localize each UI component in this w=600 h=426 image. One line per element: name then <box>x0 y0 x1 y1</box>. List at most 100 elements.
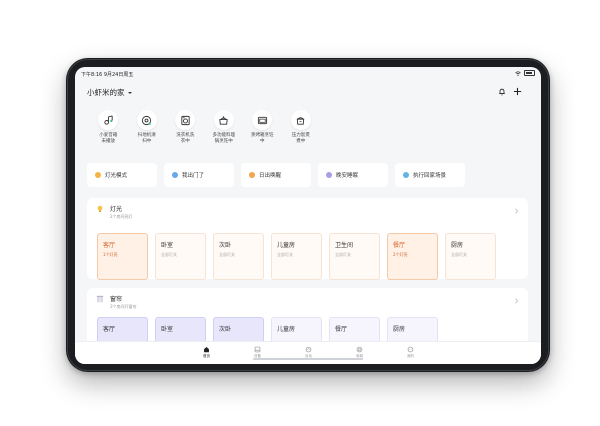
bell-icon[interactable] <box>498 88 506 96</box>
bulb-icon <box>95 172 101 178</box>
room-name: 厨房 <box>451 242 464 249</box>
device-label-line2: 中 <box>260 139 265 144</box>
device-label: 小爱音箱 未播放 <box>88 133 128 145</box>
room-name: 次卧 <box>219 242 232 249</box>
washing-machine-icon <box>181 115 190 125</box>
plus-icon[interactable] <box>513 87 522 96</box>
lights-subtitle: 2个房间亮灯 <box>110 214 133 219</box>
device-icon-wrap <box>175 110 196 130</box>
room-tile-bedroom[interactable]: 卧室 全部灯关 <box>155 233 206 280</box>
battery-icon <box>524 70 535 76</box>
device-label-line2: 煮中 <box>296 139 306 144</box>
device-label-line2: 锅烹饪中 <box>214 139 233 144</box>
room-tile-second-bedroom[interactable]: 次卧 全部灯关 <box>213 233 264 280</box>
device-icon-wrap <box>213 110 234 130</box>
room-status: 全部灯关 <box>219 252 235 257</box>
room-tile-dining[interactable]: 餐厅 2个灯亮 <box>387 233 438 280</box>
device-item-speaker[interactable]: 小爱音箱 未播放 <box>89 110 128 145</box>
status-time: 下午8:16 9月24日周五 <box>81 72 134 78</box>
lights-card-header: 灯光 2个房间亮灯 <box>96 204 133 220</box>
status-icons <box>515 70 535 76</box>
oven-icon <box>257 116 267 124</box>
chevron-right-icon[interactable] <box>514 208 519 214</box>
bulb-icon <box>97 205 103 213</box>
device-label: 蒸烤箱烹饪 中 <box>242 133 282 145</box>
tab-profile[interactable]: 我的 <box>397 346 424 359</box>
moon-icon <box>326 172 332 178</box>
device-label: 洗衣机洗 衣中 <box>165 133 205 145</box>
scene-button-sunrise[interactable]: 日出唤醒 <box>241 163 311 187</box>
room-tile-kids-room[interactable]: 儿童房 全部灯关 <box>271 233 322 280</box>
home-name: 小虾米的家 <box>87 88 125 97</box>
room-tile-bathroom[interactable]: 卫生间 全部灯关 <box>329 233 380 280</box>
door-icon <box>172 172 178 178</box>
scene-button-back-home[interactable]: 执行回家场景 <box>395 163 465 187</box>
rice-cooker-icon <box>297 116 305 125</box>
curtain-icon <box>96 295 104 303</box>
tab-home[interactable]: 首页 <box>193 346 220 359</box>
profile-icon <box>407 346 414 353</box>
device-label-line2: 未播放 <box>101 139 116 144</box>
device-label: 扫地机清 扫中 <box>127 133 167 145</box>
room-status: 全部灯关 <box>451 252 467 257</box>
store-icon <box>356 346 363 353</box>
room-tile-living[interactable]: 客厅 1个灯亮 <box>97 233 148 280</box>
scene-button-light-mode[interactable]: 灯光模式 <box>87 163 157 187</box>
bottom-tab-bar: 首页 设备 自动 商城 我的 <box>75 341 541 364</box>
home-selector[interactable]: 小虾米的家 <box>87 87 132 98</box>
curtains-subtitle: 3个房间开窗帘 <box>110 304 137 309</box>
room-name: 客厅 <box>103 326 116 333</box>
device-item-washer[interactable]: 洗衣机洗 衣中 <box>166 110 205 145</box>
scene-label: 灯光模式 <box>105 173 128 179</box>
device-item-vacuum[interactable]: 扫地机清 扫中 <box>128 110 167 145</box>
automation-icon <box>305 346 312 353</box>
scene-shortcuts: 灯光模式 我出门了 日出唤醒 晚安睡眠 执行回家场景 <box>87 163 465 187</box>
device-shortcuts: 小爱音箱 未播放 扫地机清 扫中 洗衣机洗 衣中 多功能料理 锅烹饪中 蒸烤箱烹… <box>89 110 320 145</box>
room-name: 餐厅 <box>393 242 406 249</box>
device-grid-icon <box>254 346 261 353</box>
device-icon-wrap <box>252 110 273 130</box>
cooker-icon <box>219 115 228 125</box>
chevron-right-icon[interactable] <box>514 298 519 304</box>
wifi-icon <box>515 70 521 76</box>
robot-vacuum-icon <box>142 115 152 125</box>
room-name: 卫生间 <box>335 242 354 249</box>
tab-label: 首页 <box>203 354 210 358</box>
device-label-line2: 衣中 <box>180 139 190 144</box>
device-item-rice-cooker[interactable]: 压力饭煲 煮中 <box>282 110 321 145</box>
room-name: 厨房 <box>393 326 406 333</box>
room-status: 2个灯亮 <box>393 252 408 257</box>
room-name: 卧室 <box>161 242 174 249</box>
scene-button-good-night[interactable]: 晚安睡眠 <box>318 163 388 187</box>
room-name: 儿童房 <box>277 242 296 249</box>
curtains-card-header: 窗帘 3个房间开窗帘 <box>96 294 137 310</box>
status-bar: 下午8:16 9月24日周五 <box>75 67 541 81</box>
scene-label: 日出唤醒 <box>259 173 282 179</box>
lights-card[interactable]: 灯光 2个房间亮灯 客厅 1个灯亮 卧室 全部灯关 次卧 全部灯关 儿童房 全部… <box>87 198 528 280</box>
device-label-line2: 扫中 <box>142 139 152 144</box>
device-label: 压力饭煲 煮中 <box>281 133 321 145</box>
scene-button-leave-home[interactable]: 我出门了 <box>164 163 234 187</box>
caret-down-icon <box>127 91 132 94</box>
device-icon-wrap <box>290 110 311 130</box>
home-icon <box>204 347 209 353</box>
tab-label: 我的 <box>407 354 414 358</box>
room-name: 次卧 <box>219 326 232 333</box>
home-scene-icon <box>403 172 409 178</box>
curtains-title: 窗帘 <box>110 296 123 303</box>
scene-label: 我出门了 <box>182 173 205 179</box>
room-status: 1个灯亮 <box>103 252 118 257</box>
device-icon-wrap <box>98 110 119 130</box>
room-status: 全部灯关 <box>277 252 293 257</box>
room-name: 餐厅 <box>335 326 348 333</box>
lights-room-list: 客厅 1个灯亮 卧室 全部灯关 次卧 全部灯关 儿童房 全部灯关 卫生间 全部灯… <box>97 233 496 280</box>
home-indicator[interactable] <box>253 358 363 360</box>
room-name: 客厅 <box>103 242 116 249</box>
room-name: 儿童房 <box>277 326 296 333</box>
tablet-screen: 下午8:16 9月24日周五 小虾米的家 小爱音箱 未播放 扫地机清 扫中 洗衣… <box>75 67 541 364</box>
device-item-cooker[interactable]: 多功能料理 锅烹饪中 <box>205 110 244 145</box>
device-icon-wrap <box>136 110 157 130</box>
device-item-oven[interactable]: 蒸烤箱烹饪 中 <box>243 110 282 145</box>
speaker-icon <box>104 114 113 125</box>
room-tile-kitchen[interactable]: 厨房 全部灯关 <box>445 233 496 280</box>
